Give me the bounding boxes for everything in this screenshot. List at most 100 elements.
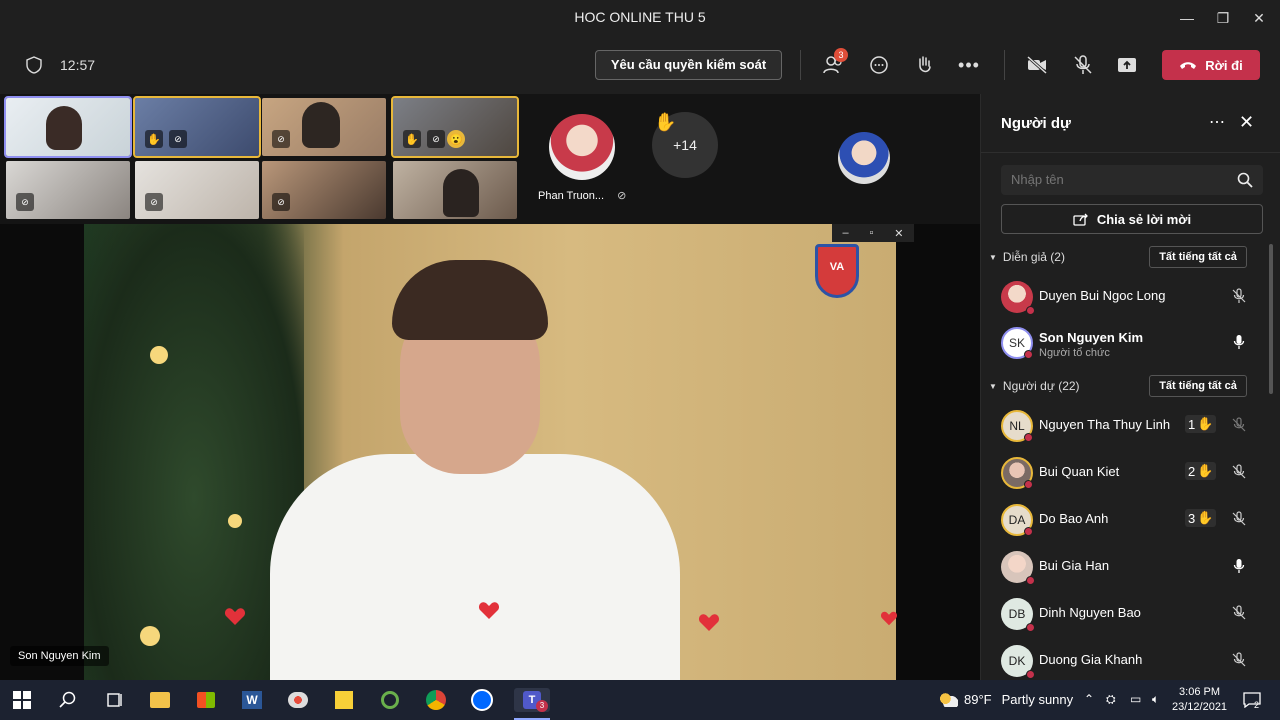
volume-icon[interactable]: 🔈︎ [1152, 692, 1159, 707]
app-button[interactable] [378, 688, 402, 712]
video-tile[interactable] [4, 96, 132, 158]
participant-avatar[interactable] [838, 132, 890, 184]
start-button[interactable] [10, 688, 34, 712]
participant-row[interactable]: Bui Quan Kiet 2 ✋ [981, 454, 1280, 498]
mic-on-icon [1233, 335, 1245, 349]
participant-row[interactable]: SK Son Nguyen Kim Người tổ chức [981, 324, 1280, 368]
panel-more-button[interactable]: ⋯ [1209, 112, 1226, 132]
reaction-emoji-icon: 😮 [447, 130, 465, 148]
mic-off-icon [1232, 511, 1246, 526]
teams-badge: 3 [536, 700, 548, 712]
video-stage: ✋ ⊘ ⊘ ✋ ⊘ 😮 ⊘ ⊘ ⊘ Phan Truon... ⊘ +14 ✋ [0, 94, 980, 680]
mic-off-icon [1232, 605, 1246, 620]
task-view-icon [107, 693, 122, 707]
panel-scrollbar[interactable] [1269, 244, 1273, 394]
participant-name: Duyen Bui Ngoc Long [1039, 288, 1166, 303]
task-view-button[interactable] [102, 688, 126, 712]
participant-avatar[interactable] [549, 114, 615, 180]
participant-row[interactable]: DA Do Bao Anh 3 ✋ [981, 501, 1280, 545]
presenters-section-toggle[interactable]: ▼ Diễn giả (2) [989, 250, 1065, 264]
participant-name: Son Nguyen Kim [1039, 330, 1144, 345]
paint-button[interactable] [286, 688, 310, 712]
avatar [1001, 551, 1035, 585]
mic-off-icon: ⊘ [427, 130, 445, 148]
camera-toggle-button[interactable] [1024, 52, 1050, 78]
video-tile[interactable]: ⊘ [6, 161, 130, 219]
zalo-button[interactable] [470, 688, 494, 712]
video-tile[interactable]: ✋ ⊘ [133, 96, 261, 158]
mic-off-icon: ⊘ [145, 193, 163, 211]
attendees-section-label: Người dự (22) [1002, 379, 1080, 393]
share-invite-label: Chia sẻ lời mời [1096, 211, 1192, 227]
maximize-button[interactable]: ❐ [1208, 6, 1238, 30]
teams-button[interactable]: T 3 [514, 688, 550, 712]
chevron-up-icon[interactable]: ⌃ [1084, 692, 1094, 706]
participants-badge: 3 [834, 48, 848, 62]
phone-hangup-icon [1180, 62, 1197, 69]
weather-widget[interactable]: 89°F Partly sunny [940, 692, 1073, 707]
windows-logo-icon [13, 691, 31, 709]
more-actions-button[interactable]: ••• [956, 52, 982, 78]
notifications-button[interactable]: 2 [1240, 688, 1264, 712]
sticky-notes-icon [335, 691, 353, 709]
mic-off-icon [1232, 652, 1246, 667]
mute-all-presenters-button[interactable]: Tất tiếng tất cả [1149, 246, 1247, 268]
minimize-button[interactable]: — [1172, 6, 1202, 30]
mute-all-attendees-button[interactable]: Tất tiếng tất cả [1149, 375, 1247, 397]
participant-row[interactable]: Bui Gia Han [981, 548, 1280, 592]
close-window-button[interactable]: ✕ [1244, 6, 1274, 30]
share-screen-button[interactable] [1114, 52, 1140, 78]
mic-off-icon: ⊘ [617, 190, 627, 202]
participant-role: Người tổ chức [1039, 347, 1110, 359]
search-icon[interactable] [1237, 172, 1253, 188]
request-control-button[interactable]: Yêu cầu quyền kiểm soát [595, 50, 782, 80]
video-tile[interactable]: ⊘ [262, 161, 386, 219]
participant-row[interactable]: NL Nguyen Tha Thuy Linh 1 ✋ [981, 407, 1280, 451]
status-dot [1024, 480, 1033, 489]
share-invite-button[interactable]: Chia sẻ lời mời [1001, 204, 1263, 234]
avatar: DK [1001, 645, 1035, 679]
avatar-initials: DK [1008, 654, 1026, 668]
status-dot [1026, 623, 1035, 632]
chevron-down-icon: ▼ [989, 381, 997, 391]
raised-hand-order: 1 ✋ [1185, 415, 1217, 433]
participant-row[interactable]: DB Dinh Nguyen Bao [981, 595, 1280, 639]
divider [1004, 50, 1005, 80]
chrome-button[interactable] [424, 688, 448, 712]
raise-hand-icon: ✋ [403, 130, 421, 148]
reactions-button[interactable] [912, 52, 938, 78]
participants-button[interactable]: 3 [820, 48, 848, 78]
video-tile[interactable]: ⊘ [135, 161, 259, 219]
weather-text: Partly sunny [1001, 692, 1074, 707]
video-tile[interactable] [393, 161, 517, 219]
word-button[interactable]: W [240, 688, 264, 712]
leave-button[interactable]: Rời đi [1162, 50, 1260, 80]
network-icon[interactable]: ⛭ [1106, 692, 1116, 707]
inner-window-controls: – ▫ ✕ [832, 224, 914, 242]
panel-close-button[interactable]: ✕ [1239, 112, 1254, 133]
participant-row[interactable]: Duyen Bui Ngoc Long [981, 278, 1280, 322]
participant-video [302, 102, 340, 148]
avatar-initials: SK [1008, 336, 1025, 350]
presenters-section-label: Diễn giả (2) [1002, 250, 1065, 264]
date: 23/12/2021 [1172, 701, 1228, 713]
mic-off-icon [1232, 417, 1246, 432]
taskbar-search-button[interactable] [56, 688, 80, 712]
video-tile[interactable]: ⊘ [262, 98, 386, 156]
chat-button[interactable] [866, 52, 892, 78]
search-input[interactable] [1011, 172, 1221, 187]
school-logo: VA [815, 244, 859, 298]
attendees-section-toggle[interactable]: ▼ Người dự (22) [989, 379, 1080, 393]
tree-light [150, 346, 168, 364]
tree-light [228, 514, 242, 528]
heart-reaction-icon [698, 614, 720, 631]
battery-icon[interactable]: ▭ [1130, 692, 1141, 706]
store-button[interactable] [194, 688, 218, 712]
mic-toggle-button[interactable] [1070, 52, 1096, 78]
status-dot [1024, 433, 1033, 442]
video-tile[interactable]: ✋ ⊘ 😮 [391, 96, 519, 158]
sticky-notes-button[interactable] [332, 688, 356, 712]
file-explorer-button[interactable] [148, 688, 172, 712]
participant-name: Phan Truon... [538, 190, 605, 202]
taskbar-clock[interactable]: 3:06 PM 23/12/2021 [1172, 685, 1227, 715]
